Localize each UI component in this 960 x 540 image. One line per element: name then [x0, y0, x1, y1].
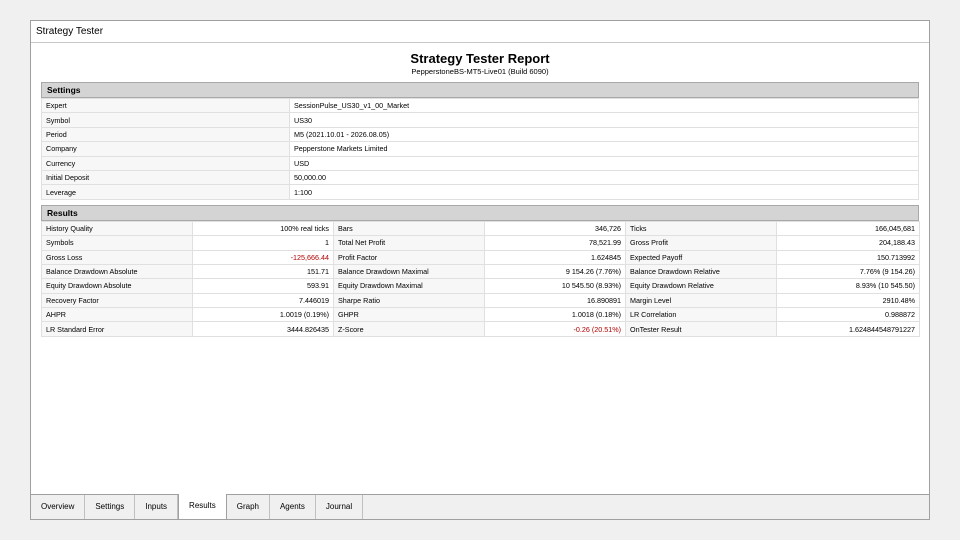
settings-row-currency: Currency USD	[41, 155, 919, 171]
result-value-equity-drawdown-maximal: 10 545.50 (8.93%)	[484, 278, 626, 294]
settings-label: Leverage	[41, 184, 290, 200]
result-label-profit-factor: Profit Factor	[333, 249, 485, 265]
result-label-balance-drawdown-relative: Balance Drawdown Relative	[625, 263, 777, 280]
results-row: Gross Loss -125,666.44 Profit Factor 1.6248…	[41, 249, 920, 265]
settings-value: 1:100	[289, 184, 919, 200]
settings-label: Currency	[41, 155, 290, 171]
settings-row-symbol: Symbol US30	[41, 112, 919, 128]
result-label-gross-loss: Gross Loss	[41, 249, 193, 265]
result-value-sharpe-ratio: 16.890891	[484, 292, 626, 309]
result-label-ontester-result: OnTester Result	[625, 321, 777, 337]
settings-value: Pepperstone Markets Limited	[289, 141, 919, 157]
result-value-z-score: -0.26 (20.51%)	[484, 321, 626, 337]
result-label-ghpr: GHPR	[333, 307, 485, 323]
result-value-bars: 346,726	[484, 220, 626, 237]
settings-row-expert: Expert SessionPulse_US30_v1_00_Market	[41, 97, 919, 114]
settings-label: Expert	[41, 97, 290, 114]
result-value-gross-loss: -125,666.44	[192, 249, 334, 265]
results-row: AHPR 1.0019 (0.19%) GHPR 1.0018 (0.18%) LR C…	[41, 307, 920, 323]
result-value-profit-factor: 1.624845	[484, 249, 626, 265]
result-label-history-quality: History Quality	[41, 220, 193, 237]
settings-label: Symbol	[41, 112, 290, 128]
results-table: History Quality 100% real ticks Bars 346,72…	[41, 220, 920, 337]
settings-section-header: Settings	[41, 82, 919, 98]
tab-overview[interactable]: Overview	[31, 495, 86, 519]
results-section-header: Results	[41, 204, 919, 221]
result-value-symbols: 1	[192, 235, 334, 251]
result-value-equity-drawdown-absolute: 593.91	[192, 278, 334, 294]
strategy-tester-window: Strategy Tester Strategy Tester Report P…	[30, 20, 930, 520]
result-value-equity-drawdown-relative: 8.93% (10 545.50)	[776, 278, 920, 294]
result-label-equity-drawdown-absolute: Equity Drawdown Absolute	[41, 278, 193, 294]
result-label-lr-correlation: LR Correlation	[625, 307, 777, 323]
results-row: LR Standard Error 3444.826435 Z-Score -0.26…	[41, 321, 920, 337]
result-value-margin-level: 2910.48%	[776, 292, 920, 309]
settings-table: Expert SessionPulse_US30_v1_00_Market Symb…	[41, 97, 919, 200]
tab-inputs[interactable]: Inputs	[135, 495, 179, 519]
result-value-balance-drawdown-absolute: 151.71	[192, 263, 334, 280]
settings-value: SessionPulse_US30_v1_00_Market	[289, 97, 919, 114]
result-label-symbols: Symbols	[41, 235, 193, 251]
settings-value: M5 (2021.10.01 - 2026.08.05)	[289, 126, 919, 143]
result-label-lr-standard-error: LR Standard Error	[41, 321, 193, 337]
report-title: Strategy Tester Report	[410, 51, 550, 66]
result-value-lr-standard-error: 3444.826435	[192, 321, 334, 337]
result-label-recovery-factor: Recovery Factor	[41, 292, 193, 309]
result-value-lr-correlation: 0.988872	[776, 307, 920, 323]
result-value-total-net-profit: 78,521.99	[484, 235, 626, 251]
settings-row-initial-deposit: Initial Deposit 50,000.00	[41, 169, 919, 186]
settings-value: 50,000.00	[289, 169, 919, 186]
settings-row-leverage: Leverage 1:100	[41, 184, 919, 200]
result-label-balance-drawdown-absolute: Balance Drawdown Absolute	[41, 263, 193, 280]
settings-label: Company	[41, 141, 290, 157]
result-value-ontester-result: 1.624844548791227	[776, 321, 920, 337]
results-row: Symbols 1 Total Net Profit 78,521.99 Gross P…	[41, 235, 920, 251]
tab-graph[interactable]: Graph	[227, 495, 270, 519]
report-panel: Strategy Tester Report PepperstoneBS-MT5…	[41, 43, 920, 337]
tab-settings[interactable]: Settings	[85, 495, 136, 519]
result-value-balance-drawdown-relative: 7.76% (9 154.26)	[776, 263, 920, 280]
settings-row-company: Company Pepperstone Markets Limited	[41, 141, 919, 157]
settings-row-period: Period M5 (2021.10.01 - 2026.08.05)	[41, 126, 919, 143]
result-label-sharpe-ratio: Sharpe Ratio	[333, 292, 485, 309]
result-label-equity-drawdown-relative: Equity Drawdown Relative	[625, 278, 777, 294]
settings-label: Period	[41, 126, 290, 143]
results-row: Equity Drawdown Absolute 593.91 Equity Dra…	[41, 278, 920, 294]
result-value-ticks: 166,045,681	[776, 220, 920, 237]
result-label-ahpr: AHPR	[41, 307, 193, 323]
result-value-ahpr: 1.0019 (0.19%)	[192, 307, 334, 323]
window-title: Strategy Tester	[31, 21, 929, 43]
tab-results[interactable]: Results	[178, 494, 227, 519]
result-label-total-net-profit: Total Net Profit	[333, 235, 485, 251]
result-label-gross-profit: Gross Profit	[625, 235, 777, 251]
results-row: History Quality 100% real ticks Bars 346,72…	[41, 220, 920, 237]
result-label-ticks: Ticks	[625, 220, 777, 237]
result-label-equity-drawdown-maximal: Equity Drawdown Maximal	[333, 278, 485, 294]
tab-bar: Overview Settings Inputs Results Graph Agents…	[31, 494, 929, 519]
result-label-expected-payoff: Expected Payoff	[625, 249, 777, 265]
settings-label: Initial Deposit	[41, 169, 290, 186]
results-row: Balance Drawdown Absolute 151.71 Balance D…	[41, 263, 920, 280]
result-value-gross-profit: 204,188.43	[776, 235, 920, 251]
result-label-bars: Bars	[333, 220, 485, 237]
result-label-margin-level: Margin Level	[625, 292, 777, 309]
result-value-history-quality: 100% real ticks	[192, 220, 334, 237]
result-value-balance-drawdown-maximal: 9 154.26 (7.76%)	[484, 263, 626, 280]
tab-agents[interactable]: Agents	[270, 495, 316, 519]
tab-journal[interactable]: Journal	[316, 495, 364, 519]
settings-value: US30	[289, 112, 919, 128]
result-value-recovery-factor: 7.446019	[192, 292, 334, 309]
result-value-ghpr: 1.0018 (0.18%)	[484, 307, 626, 323]
result-label-balance-drawdown-maximal: Balance Drawdown Maximal	[333, 263, 485, 280]
settings-value: USD	[289, 155, 919, 171]
result-value-expected-payoff: 150.713992	[776, 249, 920, 265]
report-subtitle: PepperstoneBS-MT5-Live01 (Build 6090)	[411, 67, 549, 76]
results-row: Recovery Factor 7.446019 Sharpe Ratio 16.89…	[41, 292, 920, 309]
result-label-z-score: Z-Score	[333, 321, 485, 337]
